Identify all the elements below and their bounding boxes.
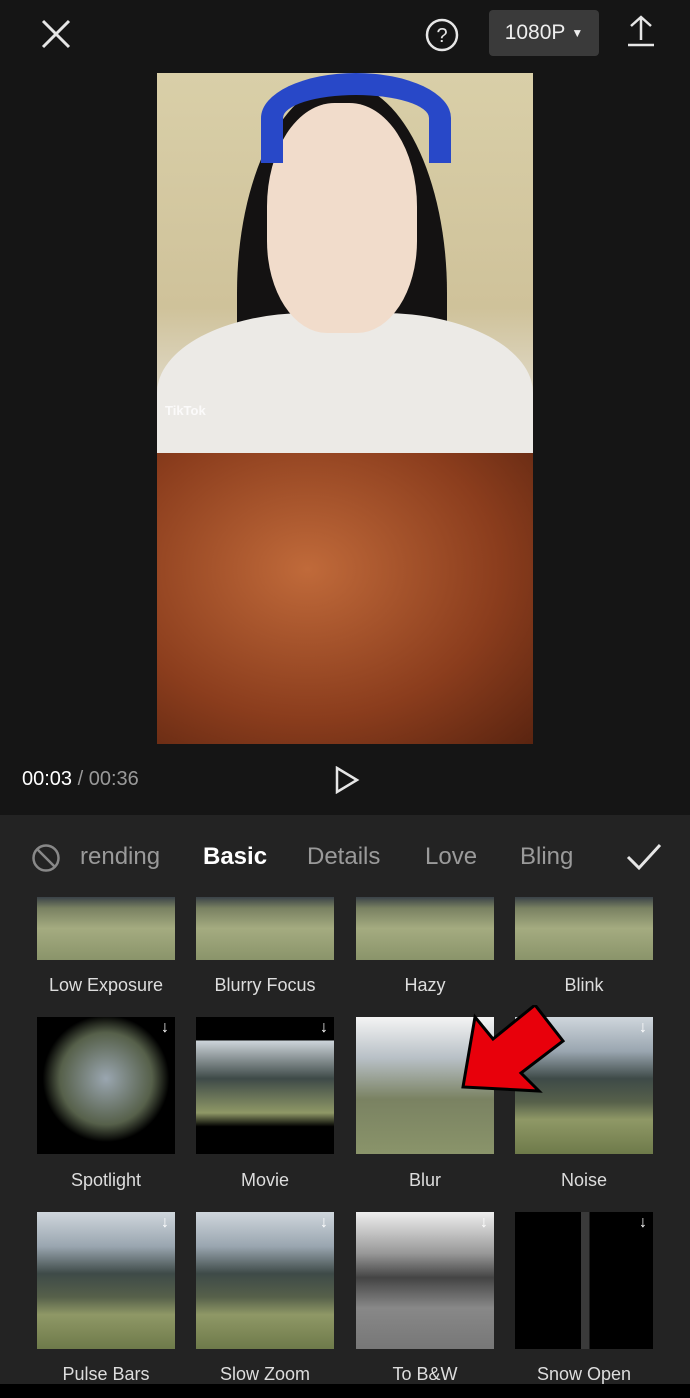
effect-label: Snow Open: [536, 1364, 632, 1384]
play-icon[interactable]: [334, 766, 360, 794]
download-icon: ↓: [320, 1019, 328, 1036]
effect-item[interactable]: ↓ Pulse Bars: [37, 1212, 175, 1384]
effect-label: Movie: [240, 1170, 289, 1190]
effect-thumbnail[interactable]: [515, 897, 653, 960]
playback-time: 00:03 / 00:36: [22, 768, 139, 790]
effect-item[interactable]: ↓ Slow Zoom: [196, 1212, 334, 1384]
help-circle-icon[interactable]: ?: [424, 17, 460, 53]
tab-trending[interactable]: rending: [80, 843, 160, 871]
download-icon: ↓: [161, 1214, 169, 1231]
effect-thumbnail[interactable]: ↓: [356, 1212, 494, 1349]
checkmark-icon[interactable]: [626, 842, 662, 872]
effect-label: Slow Zoom: [219, 1364, 311, 1384]
effect-item[interactable]: Low Exposure: [37, 897, 175, 995]
effect-item[interactable]: ↓ To B&W: [356, 1212, 494, 1384]
effect-item[interactable]: ↓ Spotlight: [37, 1017, 175, 1190]
tab-details[interactable]: Details: [307, 843, 380, 871]
tab-love[interactable]: Love: [425, 843, 477, 871]
resolution-value: 1080P: [504, 21, 566, 44]
no-effect-icon[interactable]: [31, 843, 61, 873]
effect-label: Blur: [408, 1170, 441, 1190]
effect-thumbnail[interactable]: ↓: [196, 1212, 334, 1349]
download-icon: ↓: [480, 1214, 488, 1231]
effect-thumbnail[interactable]: ↓: [37, 1017, 175, 1154]
effect-thumbnail[interactable]: [356, 897, 494, 960]
effect-label: Blurry Focus: [214, 975, 316, 995]
effect-thumbnail[interactable]: ↓: [196, 1017, 334, 1154]
nav-bar: [0, 1384, 690, 1398]
download-icon: ↓: [320, 1214, 328, 1231]
effect-thumbnail[interactable]: ↓: [515, 1212, 653, 1349]
download-icon: ↓: [639, 1019, 647, 1036]
effect-label: Pulse Bars: [62, 1364, 150, 1384]
effect-label: Hazy: [404, 975, 446, 995]
close-icon[interactable]: [40, 18, 72, 50]
effect-label: To B&W: [392, 1364, 458, 1384]
effect-item[interactable]: ↓ Snow Open: [515, 1212, 653, 1384]
resolution-dropdown[interactable]: 1080P ▼: [489, 10, 599, 56]
effect-label: Blink: [564, 975, 604, 995]
effect-item[interactable]: Blink: [515, 897, 653, 995]
effect-label: Low Exposure: [48, 975, 164, 995]
svg-text:?: ?: [436, 25, 447, 47]
effect-item[interactable]: Blurry Focus: [196, 897, 334, 995]
effect-thumbnail[interactable]: [37, 897, 175, 960]
effect-item[interactable]: Hazy: [356, 897, 494, 995]
effect-thumbnail[interactable]: [196, 897, 334, 960]
video-preview[interactable]: TikTok: [157, 73, 533, 744]
caret-down-icon: ▼: [571, 26, 584, 40]
tab-basic[interactable]: Basic: [203, 843, 267, 871]
download-icon: ↓: [161, 1019, 169, 1036]
effect-thumbnail[interactable]: ↓: [37, 1212, 175, 1349]
download-icon: ↓: [639, 1214, 647, 1231]
effect-item[interactable]: ↓ Movie: [196, 1017, 334, 1190]
effect-label: Spotlight: [70, 1170, 142, 1190]
effect-label: Noise: [560, 1170, 608, 1190]
upload-icon[interactable]: [626, 14, 656, 48]
red-arrow-annotation: [461, 1005, 565, 1093]
tiktok-watermark: TikTok: [165, 403, 206, 418]
tab-bling[interactable]: Bling: [520, 843, 573, 871]
